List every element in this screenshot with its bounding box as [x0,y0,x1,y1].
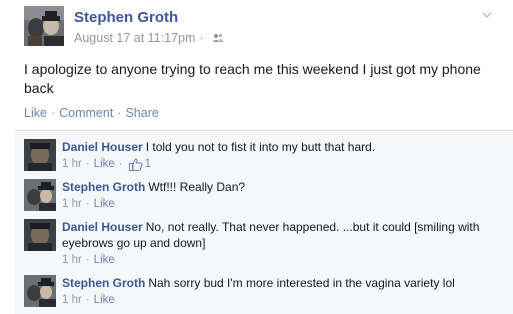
comment-meta: 1 hr · Like [62,292,502,308]
post-author-name[interactable]: Stephen Groth [74,9,178,26]
comment-button[interactable]: Comment [59,106,113,120]
comment-like-button[interactable]: Like [94,252,115,268]
comments-section: Daniel Houser I told you not to fist it i… [14,130,513,314]
comment-time[interactable]: 1 hr [62,156,82,172]
comment-author[interactable]: Daniel Houser [62,220,143,234]
chevron-down-icon[interactable] [481,9,493,21]
action-separator: · [50,106,56,120]
meta-separator: · [85,254,90,266]
comment-author[interactable]: Stephen Groth [62,180,145,194]
post-text: I apologize to anyone trying to reach me… [24,61,481,96]
share-button[interactable]: Share [125,106,158,120]
commenter-avatar[interactable] [24,219,56,251]
comment-time[interactable]: 1 hr [62,292,82,308]
comment-body: Stephen Groth Nah sorry bud I'm more inte… [62,275,502,308]
meta-separator: · [85,198,90,210]
like-count-value: 1 [144,158,152,170]
friends-icon[interactable] [212,33,224,43]
commenter-avatar[interactable] [24,139,56,171]
comment-text: Wtf!!! Really Dan? [148,180,246,194]
post-meta: August 17 at 11:17pm · [74,31,224,45]
comment-author[interactable]: Daniel Houser [62,140,143,154]
thumbs-up-icon [128,157,143,171]
comment-meta: 1 hr · Like [62,196,502,212]
avatar-photo-icon [24,275,56,307]
meta-separator: · [85,294,90,306]
comment-time[interactable]: 1 hr [62,252,82,268]
comment-body: Daniel Houser I told you not to fist it i… [62,139,502,172]
author-avatar[interactable] [24,6,64,46]
meta-separator: · [85,158,90,170]
comment-body: Stephen Groth Wtf!!! Really Dan? 1 hr · L… [62,179,502,212]
commenter-avatar[interactable] [24,179,56,211]
comment-time[interactable]: 1 hr [62,196,82,212]
avatar-photo-icon [24,139,56,171]
avatar-photo-icon [24,179,56,211]
comment-like-button[interactable]: Like [94,292,115,308]
comment-meta: 1 hr · Like · 1 [62,156,502,172]
avatar-photo-icon [24,219,56,251]
comment-body: Daniel Houser No, not really. That never … [62,219,502,268]
avatar-photo-icon [24,6,64,46]
comment-text: Nah sorry bud I'm more interested in the… [148,276,455,290]
action-separator: · [117,106,122,120]
post-card: Stephen Groth August 17 at 11:17pm · I a… [0,0,513,314]
post-actions: Like · Comment · Share [24,106,159,120]
meta-separator: · [199,31,204,45]
like-button[interactable]: Like [24,106,47,120]
meta-separator: · [118,158,123,170]
comment-like-button[interactable]: Like [94,196,115,212]
comment-meta: 1 hr · Like [62,252,502,268]
comment-like-button[interactable]: Like [94,156,115,172]
post-timestamp[interactable]: August 17 at 11:17pm [74,31,195,45]
commenter-avatar[interactable] [24,275,56,307]
comment-like-count[interactable]: 1 [128,156,152,172]
comment-text: I told you not to fist it into my butt t… [145,140,376,154]
comment-author[interactable]: Stephen Groth [62,276,145,290]
